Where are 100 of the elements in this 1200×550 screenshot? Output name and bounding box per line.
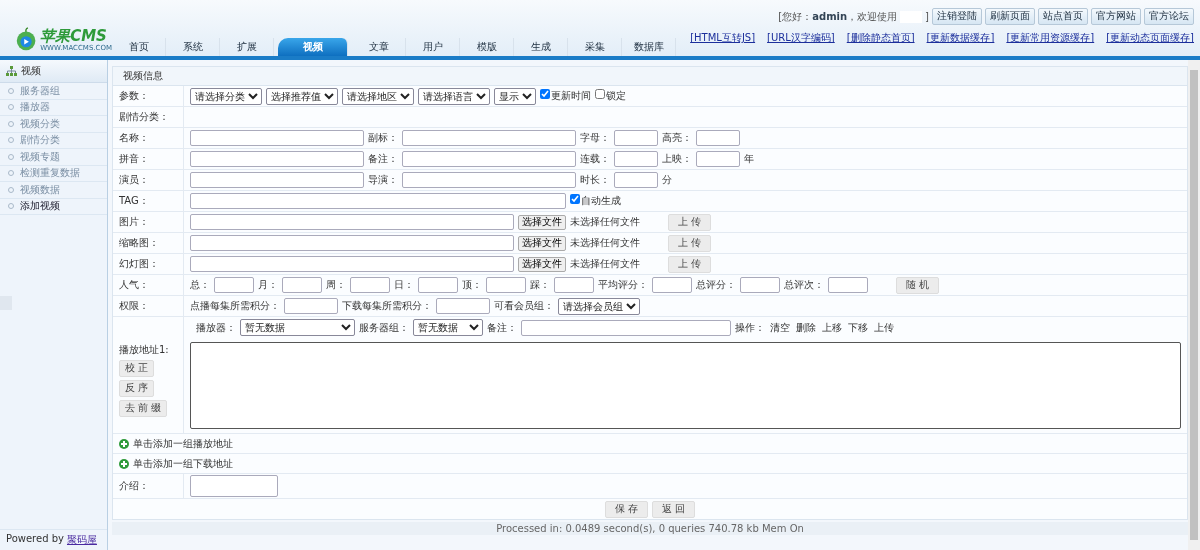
- form-button[interactable]: 保 存: [604, 500, 648, 518]
- input-field[interactable]: [696, 130, 740, 146]
- field-label: 可看会员组：: [494, 299, 554, 313]
- input-field[interactable]: [740, 277, 780, 293]
- quick-link[interactable]: [更新数据缓存]: [926, 31, 995, 45]
- input-field[interactable]: [554, 277, 594, 293]
- nav-tab[interactable]: 首页: [112, 38, 166, 56]
- file-status: 未选择任何文件: [570, 257, 640, 271]
- choose-file-button[interactable]: 选择文件: [518, 214, 566, 230]
- quick-link[interactable]: [更新常用资源缓存]: [1006, 31, 1095, 45]
- dropdown-select[interactable]: 暂无数据: [240, 319, 355, 336]
- upload-button[interactable]: 随 机: [896, 276, 940, 294]
- input-field[interactable]: [402, 172, 576, 188]
- upload-button[interactable]: 上 传: [668, 213, 712, 231]
- nav-tab[interactable]: 扩展: [220, 38, 274, 56]
- row-label: 图片：: [119, 215, 149, 229]
- plus-icon[interactable]: [119, 438, 129, 449]
- row-label: 名称：: [119, 131, 149, 145]
- row-label: 幻灯图：: [119, 257, 159, 271]
- choose-file-button[interactable]: 选择文件: [518, 256, 566, 272]
- input-field[interactable]: [614, 172, 658, 188]
- input-field[interactable]: [652, 277, 692, 293]
- form-button[interactable]: 返 回: [652, 500, 696, 518]
- dropdown-select[interactable]: 请选择地区: [342, 87, 414, 105]
- nav-tab[interactable]: 系统: [166, 38, 220, 56]
- nav-tab[interactable]: 视频: [278, 38, 348, 56]
- input-field[interactable]: [214, 277, 254, 293]
- checkbox[interactable]: [540, 89, 550, 99]
- dropdown-select[interactable]: 请选择语言: [418, 87, 490, 105]
- header-button[interactable]: 官方网站: [1091, 8, 1141, 25]
- scrollbar[interactable]: [1188, 60, 1200, 550]
- header-button[interactable]: 刷新页面: [985, 8, 1035, 25]
- quick-link[interactable]: [URL汉字编码]: [767, 31, 835, 45]
- action-link[interactable]: 上传: [873, 320, 895, 335]
- nav-tab[interactable]: 用户: [406, 38, 460, 56]
- input-field[interactable]: [486, 277, 526, 293]
- input-field[interactable]: [418, 277, 458, 293]
- input-field[interactable]: [190, 151, 364, 167]
- action-link[interactable]: 下移: [847, 320, 869, 335]
- sitemap-icon: [6, 66, 17, 76]
- input-field[interactable]: [696, 151, 740, 167]
- choose-file-button[interactable]: 选择文件: [518, 235, 566, 251]
- playlist-button[interactable]: 校 正: [119, 360, 155, 377]
- dropdown-select[interactable]: 选择推荐值: [266, 87, 338, 105]
- input-field[interactable]: [282, 277, 322, 293]
- sidebar-item[interactable]: 添加视频: [0, 198, 107, 215]
- input-field[interactable]: [402, 130, 576, 146]
- playlist-button[interactable]: 反 序: [119, 380, 155, 397]
- dropdown-select[interactable]: 请选择分类: [190, 87, 262, 105]
- field-label: 总：: [190, 278, 210, 292]
- sidebar-title: 视频: [21, 64, 41, 78]
- dropdown-select[interactable]: 请选择会员组: [558, 297, 640, 315]
- checkbox-label: 锁定: [606, 89, 626, 103]
- nav-tab[interactable]: 文章: [352, 38, 406, 56]
- quick-link[interactable]: [更新动态页面缓存]: [1106, 31, 1194, 45]
- input-field[interactable]: [190, 235, 514, 251]
- playlist-button[interactable]: 去 前 缀: [119, 400, 168, 417]
- checkbox[interactable]: [570, 194, 580, 204]
- input-field[interactable]: [521, 319, 731, 336]
- nav-tab[interactable]: 采集: [568, 38, 622, 56]
- header-button[interactable]: 官方论坛: [1144, 8, 1194, 25]
- input-field[interactable]: [284, 298, 338, 314]
- form-title: 视频信息: [123, 69, 163, 83]
- playlist-textarea[interactable]: [190, 342, 1181, 429]
- input-field[interactable]: [402, 151, 576, 167]
- input-field[interactable]: [190, 130, 364, 146]
- input-field[interactable]: [190, 193, 566, 209]
- upload-button[interactable]: 上 传: [668, 255, 712, 273]
- field-label: 顶：: [462, 278, 482, 292]
- field-label: 周：: [326, 278, 346, 292]
- field-label: 月：: [258, 278, 278, 292]
- quick-link[interactable]: [删除静态首页]: [846, 31, 915, 45]
- add-link[interactable]: 单击添加一组播放地址: [133, 436, 233, 451]
- dropdown-select[interactable]: 显示: [494, 87, 536, 105]
- header-button[interactable]: 注销登陆: [932, 8, 982, 25]
- input-field[interactable]: [190, 214, 514, 230]
- header-button[interactable]: 站点首页: [1038, 8, 1088, 25]
- input-field[interactable]: [614, 151, 658, 167]
- action-link[interactable]: 清空: [769, 320, 791, 335]
- input-field[interactable]: [190, 172, 364, 188]
- upload-button[interactable]: 上 传: [668, 234, 712, 252]
- checkbox-label: 更新时间: [551, 89, 591, 103]
- nav-tab[interactable]: 生成: [514, 38, 568, 56]
- plus-icon[interactable]: [119, 458, 129, 469]
- input-field[interactable]: [828, 277, 868, 293]
- input-field[interactable]: [614, 130, 658, 146]
- action-link[interactable]: 上移: [821, 320, 843, 335]
- nav-tab[interactable]: 模版: [460, 38, 514, 56]
- input-field[interactable]: [190, 256, 514, 272]
- intro-textarea[interactable]: [190, 475, 278, 497]
- add-link[interactable]: 单击添加一组下载地址: [133, 456, 233, 471]
- nav-tab[interactable]: 数据库: [622, 38, 676, 56]
- dropdown-select[interactable]: 暂无数据: [413, 319, 483, 336]
- input-field[interactable]: [350, 277, 390, 293]
- powered-by-link[interactable]: 聚码屋: [66, 533, 97, 547]
- input-field[interactable]: [436, 298, 490, 314]
- field-label: 操作：: [735, 320, 765, 335]
- action-link[interactable]: 删除: [795, 320, 817, 335]
- checkbox[interactable]: [595, 89, 605, 99]
- quick-link[interactable]: [HTML互转JS]: [690, 31, 756, 45]
